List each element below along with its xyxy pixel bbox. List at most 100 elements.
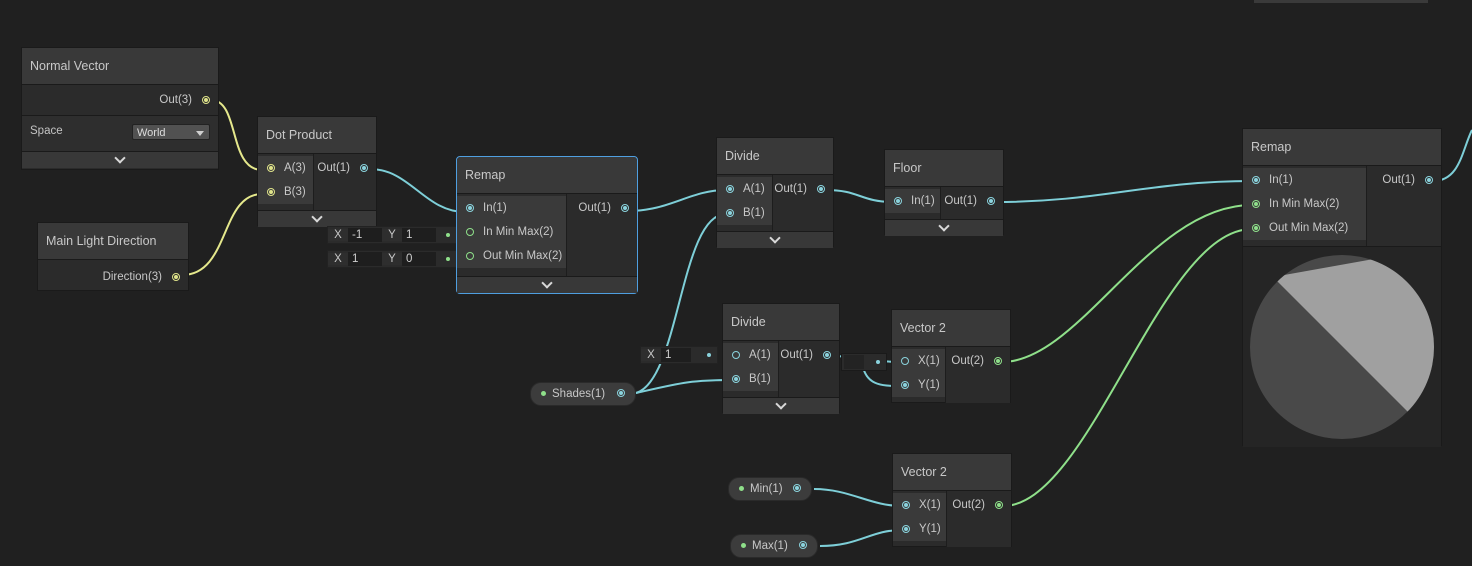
port-connector-icon[interactable]	[902, 501, 910, 509]
output-port[interactable]: Out(2)	[946, 349, 1010, 373]
port-connector-icon[interactable]	[172, 273, 180, 281]
normal-vector-node[interactable]: Normal Vector Out(3) Space World	[21, 47, 219, 170]
port-label: X(1)	[918, 355, 940, 367]
port-label: A(3)	[284, 162, 306, 174]
port-connector-icon[interactable]	[894, 197, 902, 205]
port-connector-icon[interactable]	[732, 351, 740, 359]
port-connector-icon[interactable]	[799, 541, 807, 549]
input-port-b[interactable]: B(1)	[723, 367, 778, 391]
input-port-y[interactable]: Y(1)	[892, 373, 945, 397]
in-min-max-field[interactable]: X -1 Y 1	[327, 226, 457, 244]
output-port[interactable]: Out(1)	[941, 189, 1003, 213]
vector2-node-1[interactable]: Vector 2 X(1) Y(1) Out(2)	[891, 309, 1011, 403]
wire-vec2a-to-remap2	[1001, 204, 1253, 363]
port-connector-icon[interactable]	[466, 252, 474, 260]
port-connector-icon[interactable]	[1425, 176, 1433, 184]
port-connector-icon[interactable]	[726, 185, 734, 193]
port-connector-icon[interactable]	[817, 185, 825, 193]
port-label: In Min Max(2)	[483, 226, 554, 238]
port-label: Out(1)	[317, 162, 350, 174]
input-port-a[interactable]: A(1)	[723, 343, 778, 367]
divide-node-1[interactable]: Divide A(1) B(1) Out(1)	[716, 137, 834, 248]
output-port[interactable]: Out(1)	[567, 196, 637, 220]
port-connector-icon[interactable]	[823, 351, 831, 359]
port-connector-icon[interactable]	[1252, 224, 1260, 232]
x-value-input[interactable]: 1	[661, 348, 691, 362]
expand-toggle[interactable]	[717, 231, 833, 248]
space-row: Space World	[22, 116, 218, 151]
floor-node[interactable]: Floor In(1) Out(1)	[884, 149, 1004, 236]
out-port[interactable]: Out(3)	[159, 88, 218, 112]
input-port-x[interactable]: X(1)	[892, 349, 945, 373]
port-connector-icon[interactable]	[994, 357, 1002, 365]
port-connector-icon[interactable]	[466, 204, 474, 212]
space-dropdown[interactable]: World	[132, 124, 210, 140]
port-connector-icon[interactable]	[901, 357, 909, 365]
port-connector-icon[interactable]	[793, 484, 801, 492]
port-connector-icon[interactable]	[987, 197, 995, 205]
direction-out-port[interactable]: Direction(3)	[103, 265, 188, 289]
input-port-x[interactable]: X(1)	[893, 493, 946, 517]
port-connector-icon[interactable]	[202, 96, 210, 104]
input-port-b[interactable]: B(3)	[258, 180, 313, 204]
remap-node-2[interactable]: Remap In(1) In Min Max(2) Out Min Max(2)…	[1242, 128, 1442, 447]
input-port-b[interactable]: B(1)	[717, 201, 772, 225]
shades-property[interactable]: Shades(1)	[530, 382, 636, 406]
input-port-out-min-max[interactable]: Out Min Max(2)	[1243, 216, 1366, 240]
output-port[interactable]: Out(1)	[314, 156, 376, 180]
port-connector-icon[interactable]	[360, 164, 368, 172]
reroute-node[interactable]	[841, 353, 887, 371]
input-port-in-min-max[interactable]: In Min Max(2)	[457, 220, 566, 244]
port-connector-icon[interactable]	[267, 188, 275, 196]
port-connector-icon[interactable]	[902, 525, 910, 533]
port-connector-icon[interactable]	[995, 501, 1003, 509]
port-connector-icon[interactable]	[466, 228, 474, 236]
divide-node-2[interactable]: Divide A(1) B(1) Out(1)	[722, 303, 840, 414]
input-port-a[interactable]: A(3)	[258, 156, 313, 180]
input-port-out-min-max[interactable]: Out Min Max(2)	[457, 244, 566, 268]
port-label: Y(1)	[918, 379, 940, 391]
port-label: B(3)	[284, 186, 306, 198]
port-connector-icon[interactable]	[1252, 200, 1260, 208]
connector-dot-icon	[446, 257, 450, 261]
remap-node[interactable]: Remap In(1) In Min Max(2) Out Min Max(2)…	[456, 156, 638, 294]
expand-toggle[interactable]	[885, 219, 1003, 236]
port-connector-icon[interactable]	[267, 164, 275, 172]
x-value-input[interactable]: 1	[348, 252, 382, 266]
x-label: X	[641, 349, 661, 361]
input-port-y[interactable]: Y(1)	[893, 517, 946, 541]
output-port[interactable]: Out(1)	[1367, 168, 1441, 192]
out-min-max-field[interactable]: X 1 Y 0	[327, 250, 457, 268]
output-port[interactable]: Out(1)	[773, 177, 833, 201]
main-light-direction-node[interactable]: Main Light Direction Direction(3)	[37, 222, 189, 291]
port-connector-icon[interactable]	[726, 209, 734, 217]
y-value-input[interactable]: 0	[402, 252, 436, 266]
output-port[interactable]: Out(2)	[947, 493, 1011, 517]
port-connector-icon[interactable]	[621, 204, 629, 212]
min-property[interactable]: Min(1)	[728, 477, 812, 501]
expand-toggle[interactable]	[22, 151, 218, 168]
divide-a-field[interactable]: X 1	[640, 346, 718, 364]
port-connector-icon[interactable]	[1252, 176, 1260, 184]
expand-toggle[interactable]	[457, 276, 637, 293]
output-port[interactable]: Out(1)	[779, 343, 839, 367]
x-value-input[interactable]: -1	[348, 228, 382, 242]
port-connector-icon[interactable]	[732, 375, 740, 383]
y-value-input[interactable]: 1	[402, 228, 436, 242]
expand-toggle[interactable]	[258, 210, 376, 227]
input-port-a[interactable]: A(1)	[717, 177, 772, 201]
port-label: Out(1)	[578, 202, 611, 214]
input-port-in[interactable]: In(1)	[1243, 168, 1366, 192]
input-port-in[interactable]: In(1)	[885, 189, 940, 213]
input-port-in[interactable]: In(1)	[457, 196, 566, 220]
max-property[interactable]: Max(1)	[730, 534, 818, 558]
vector2-node-2[interactable]: Vector 2 X(1) Y(1) Out(2)	[892, 453, 1012, 547]
port-connector-icon[interactable]	[617, 389, 625, 397]
expand-toggle[interactable]	[723, 397, 839, 414]
chevron-down-icon	[775, 398, 787, 410]
port-connector-icon[interactable]	[901, 381, 909, 389]
connector-dot-icon	[876, 360, 880, 364]
wire-max-to-vec2b-y	[819, 529, 903, 547]
input-port-in-min-max[interactable]: In Min Max(2)	[1243, 192, 1366, 216]
dot-product-node[interactable]: Dot Product A(3) B(3) Out(1)	[257, 116, 377, 227]
